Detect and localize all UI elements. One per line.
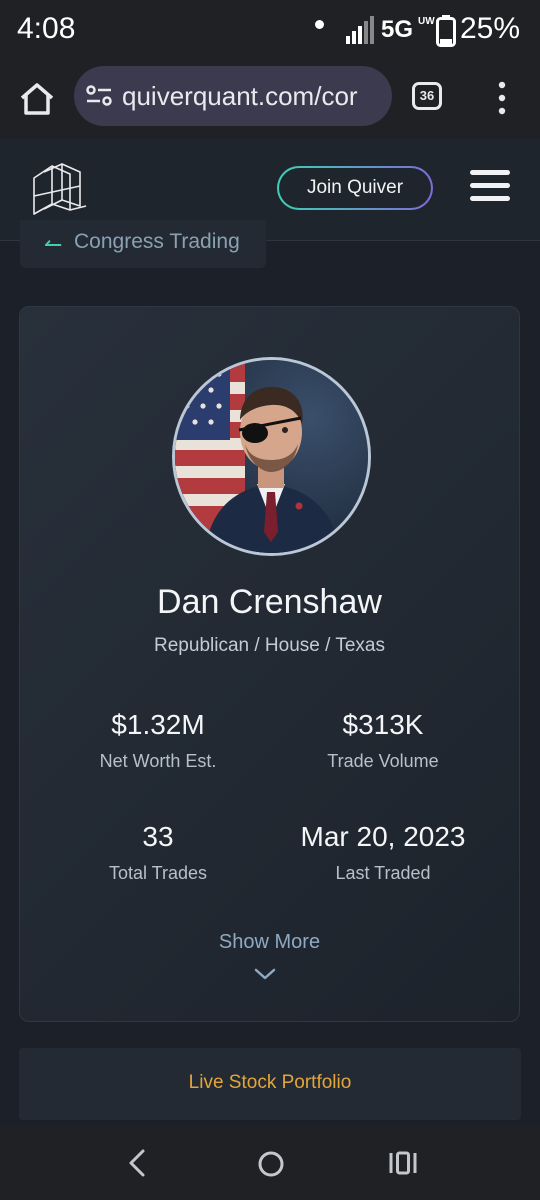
browser-toolbar: quiverquant.com/cor 36: [0, 62, 540, 138]
url-text: quiverquant.com/cor: [122, 81, 358, 111]
hamburger-icon[interactable]: [470, 170, 510, 204]
android-nav-bar: [0, 1126, 540, 1200]
status-time: 4:08: [17, 12, 76, 45]
nav-recents-icon[interactable]: [388, 1150, 418, 1176]
stat-value: 33: [142, 821, 174, 852]
battery-icon: [436, 15, 456, 47]
live-portfolio-tab[interactable]: Live Stock Portfolio: [19, 1048, 521, 1120]
stat-label: Last Traded: [335, 863, 431, 883]
quiver-logo[interactable]: [30, 160, 88, 216]
stat-net-worth: $1.32M Net Worth Est.: [38, 709, 278, 772]
join-quiver-button[interactable]: Join Quiver: [277, 166, 433, 210]
stat-value: $313K: [342, 709, 424, 740]
stat-label: Total Trades: [108, 863, 208, 883]
tab-switcher-button[interactable]: 36: [412, 82, 442, 110]
nav-back-icon[interactable]: [126, 1148, 148, 1178]
profile-card: Dan Crenshaw Republican / House / Texas …: [19, 306, 520, 1022]
show-more-button[interactable]: Show More: [20, 931, 519, 954]
address-bar[interactable]: quiverquant.com/cor: [74, 66, 392, 126]
stat-value: Mar 20, 2023: [300, 821, 466, 852]
back-link[interactable]: ↼ Congress Trading: [20, 220, 266, 268]
battery-percent: 25%: [460, 12, 521, 45]
stat-label: Trade Volume: [327, 751, 439, 771]
representative-name: Dan Crenshaw: [157, 583, 382, 621]
representative-meta: Republican / House / Texas: [154, 635, 385, 656]
back-arrow-icon: ↼: [44, 232, 63, 257]
live-portfolio-label: Live Stock Portfolio: [188, 1072, 352, 1093]
home-icon[interactable]: [18, 80, 56, 118]
back-link-label: Congress Trading: [74, 230, 240, 253]
more-vert-icon[interactable]: [494, 80, 510, 116]
chevron-down-icon[interactable]: [254, 967, 276, 981]
stat-value: $1.32M: [111, 709, 205, 740]
signal-icon: [346, 16, 374, 44]
stat-total-trades: 33 Total Trades: [38, 821, 278, 884]
notification-dot-icon: [315, 20, 324, 29]
stat-label: Net Worth Est.: [99, 751, 217, 771]
portrait-photo: [175, 360, 368, 553]
stat-trade-volume: $313K Trade Volume: [263, 709, 503, 772]
avatar: [172, 357, 371, 556]
network-type: 5G: [381, 16, 414, 43]
tune-icon[interactable]: [86, 84, 112, 108]
stat-last-traded: Mar 20, 2023 Last Traded: [263, 821, 503, 884]
status-bar: 4:08 5G UW 25%: [0, 0, 540, 62]
nav-home-icon[interactable]: [257, 1150, 285, 1178]
network-subtype: UW: [418, 16, 435, 27]
